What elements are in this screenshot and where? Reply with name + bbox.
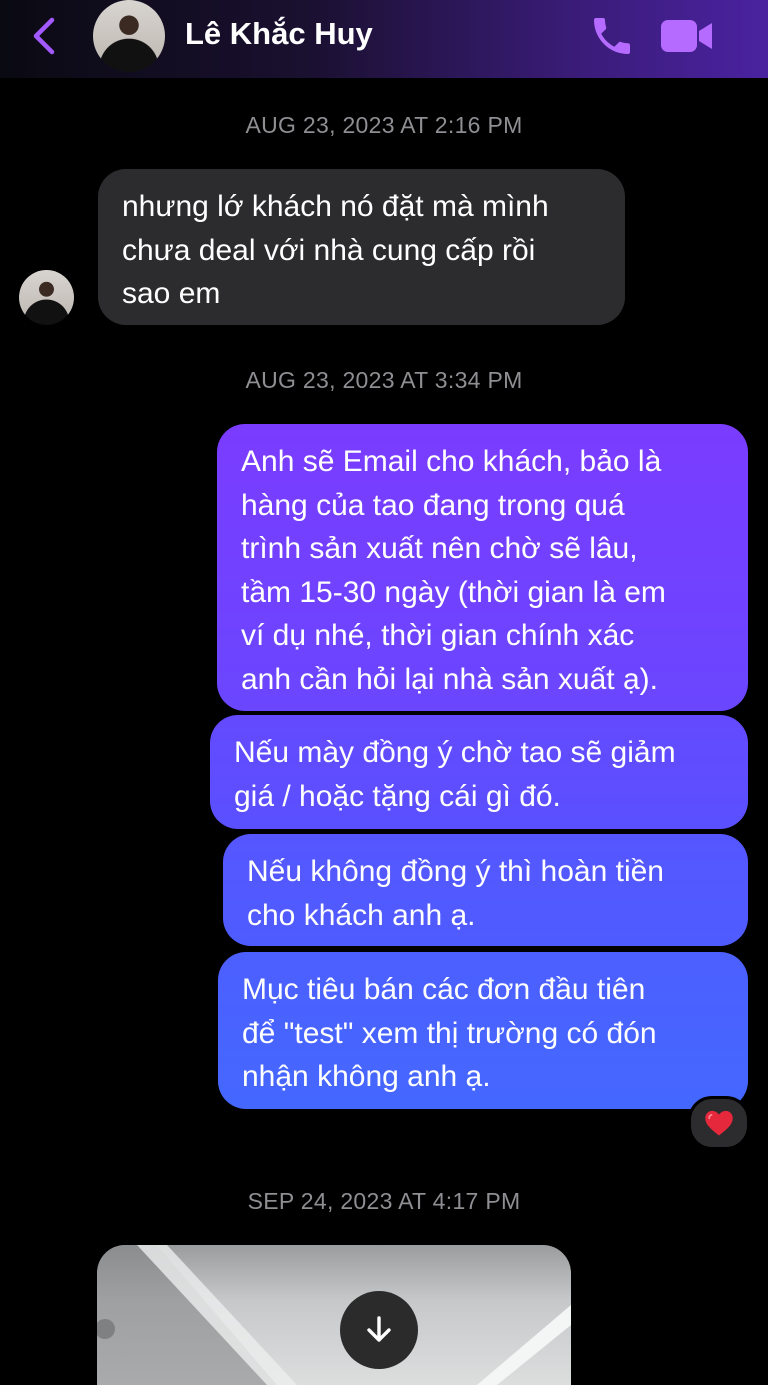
outgoing-message[interactable]: Nếu không đồng ý thì hoàn tiền cho khách…	[223, 834, 748, 946]
timestamp: SEP 24, 2023 AT 4:17 PM	[247, 1188, 521, 1214]
contact-avatar[interactable]	[93, 0, 165, 72]
outgoing-message[interactable]: Nếu mày đồng ý chờ tao sẽ giảm giá / hoặ…	[210, 715, 748, 829]
outgoing-message[interactable]: Anh sẽ Email cho khách, bảo là hàng của …	[217, 424, 748, 711]
heart-icon	[705, 1110, 733, 1136]
heart-reaction[interactable]	[688, 1096, 750, 1150]
contact-name[interactable]: Lê Khắc Huy	[185, 16, 373, 52]
call-button[interactable]	[588, 12, 636, 60]
phone-icon	[594, 18, 630, 54]
download-arrow-icon	[367, 1316, 391, 1342]
video-camera-icon	[661, 20, 712, 52]
attachment-preview	[97, 1245, 571, 1385]
timestamp: AUG 23, 2023 AT 3:34 PM	[245, 367, 523, 393]
outgoing-message[interactable]: Mục tiêu bán các đơn đầu tiên để "test" …	[218, 952, 748, 1109]
sender-avatar[interactable]	[19, 270, 74, 325]
timestamp: AUG 23, 2023 AT 2:16 PM	[245, 112, 523, 138]
download-button[interactable]	[340, 1291, 418, 1369]
back-button[interactable]	[26, 14, 66, 58]
chat-header: Lê Khắc Huy	[0, 0, 768, 78]
incoming-message[interactable]: nhưng lớ khách nó đặt mà mình chưa deal …	[98, 169, 625, 325]
image-attachment[interactable]	[97, 1245, 571, 1385]
chevron-left-icon	[33, 17, 55, 55]
video-call-button[interactable]	[660, 16, 714, 56]
